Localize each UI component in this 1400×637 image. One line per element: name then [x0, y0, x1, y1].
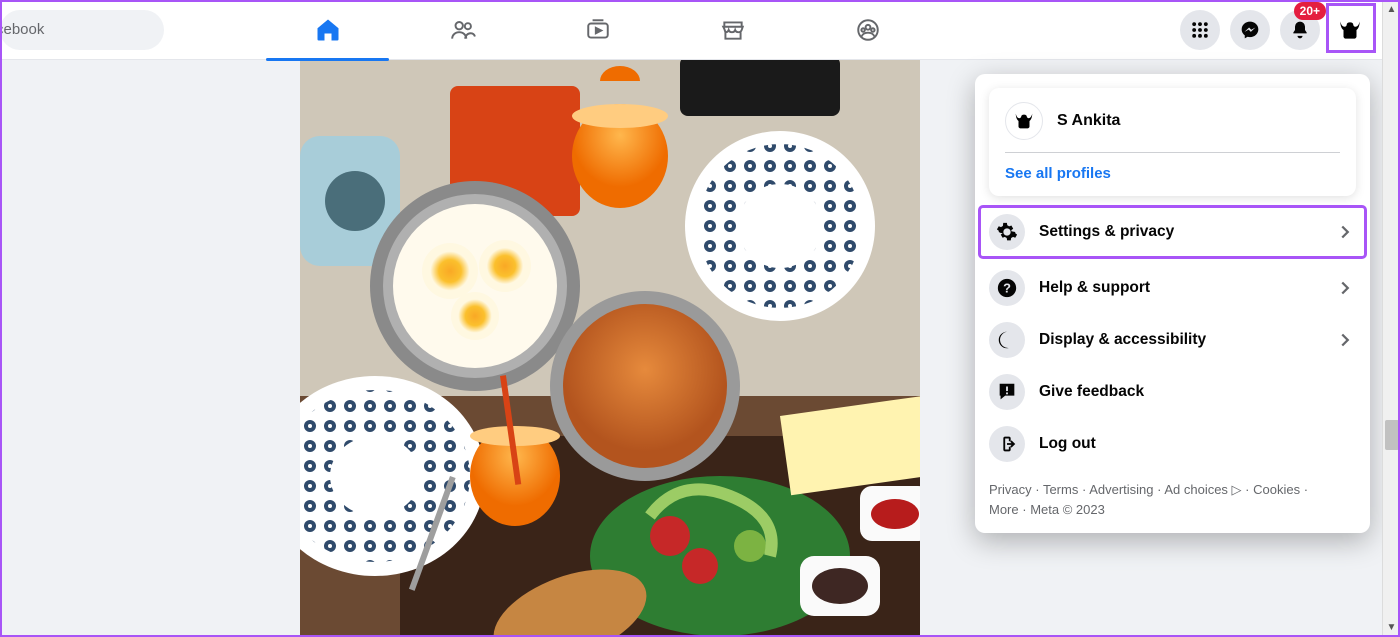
- search-input[interactable]: cebook: [0, 10, 164, 50]
- food-photo: [300, 56, 920, 636]
- footer-adchoices[interactable]: Ad choices: [1164, 482, 1228, 497]
- svg-text:?: ?: [1003, 281, 1011, 296]
- account-dropdown: S Ankita See all profiles Settings & pri…: [975, 74, 1370, 533]
- search-text: cebook: [0, 21, 44, 38]
- chevron-right-icon: [1334, 221, 1356, 243]
- menu-label: Display & accessibility: [1039, 331, 1320, 349]
- left-sidebar: [0, 60, 300, 637]
- tab-friends[interactable]: [395, 1, 530, 59]
- feed: [300, 60, 920, 637]
- menu-label: Settings & privacy: [1039, 223, 1320, 241]
- divider: [1005, 152, 1340, 153]
- chevron-right-icon: [1334, 277, 1356, 299]
- avatar-icon: [1337, 17, 1363, 43]
- help-icon: ?: [989, 270, 1025, 306]
- scroll-up-arrow[interactable]: ▲: [1383, 0, 1400, 18]
- profile-button[interactable]: [1330, 10, 1370, 50]
- notifications-button[interactable]: 20+: [1280, 10, 1320, 50]
- profile-link[interactable]: S Ankita: [1005, 102, 1340, 152]
- top-bar: cebook 20+: [0, 0, 1400, 60]
- scroll-down-arrow[interactable]: ▼: [1383, 618, 1400, 636]
- marketplace-icon: [720, 17, 746, 43]
- messenger-icon: [1240, 20, 1260, 40]
- moon-icon: [989, 322, 1025, 358]
- footer-terms[interactable]: Terms: [1043, 482, 1078, 497]
- logout-icon: [989, 426, 1025, 462]
- avatar-icon: [1013, 110, 1035, 132]
- menu-give-feedback[interactable]: Give feedback: [975, 366, 1370, 418]
- friends-icon: [450, 17, 476, 43]
- footer-more[interactable]: More: [989, 502, 1019, 517]
- scroll-thumb[interactable]: [1385, 420, 1399, 450]
- nav-tabs: [260, 0, 935, 60]
- menu-display-accessibility[interactable]: Display & accessibility: [975, 314, 1370, 366]
- tab-watch[interactable]: [530, 1, 665, 59]
- avatar: [1005, 102, 1043, 140]
- menu-help-support[interactable]: ? Help & support: [975, 262, 1370, 314]
- gear-icon: [989, 214, 1025, 250]
- home-icon: [314, 16, 342, 44]
- footer-advertising[interactable]: Advertising: [1089, 482, 1153, 497]
- profile-name: S Ankita: [1057, 112, 1120, 130]
- feed-image[interactable]: [300, 56, 920, 636]
- menu-label: Help & support: [1039, 279, 1320, 297]
- menu-label: Log out: [1039, 435, 1356, 453]
- menu-button[interactable]: [1180, 10, 1220, 50]
- feedback-icon: [989, 374, 1025, 410]
- tab-marketplace[interactable]: [665, 1, 800, 59]
- footer-privacy[interactable]: Privacy: [989, 482, 1032, 497]
- footer-meta: Meta © 2023: [1030, 502, 1105, 517]
- watch-icon: [585, 17, 611, 43]
- chevron-right-icon: [1334, 329, 1356, 351]
- menu-settings-privacy[interactable]: Settings & privacy: [979, 206, 1366, 258]
- groups-icon: [855, 17, 881, 43]
- bell-icon: [1290, 20, 1310, 40]
- tab-home[interactable]: [260, 1, 395, 59]
- menu-log-out[interactable]: Log out: [975, 418, 1370, 470]
- notification-badge: 20+: [1294, 2, 1326, 20]
- menu-label: Give feedback: [1039, 383, 1356, 401]
- dropdown-footer: Privacy · Terms · Advertising · Ad choic…: [975, 470, 1370, 523]
- vertical-scrollbar[interactable]: ▲ ▼: [1382, 0, 1400, 636]
- footer-cookies[interactable]: Cookies: [1253, 482, 1300, 497]
- messenger-button[interactable]: [1230, 10, 1270, 50]
- see-all-profiles-link[interactable]: See all profiles: [1005, 165, 1340, 182]
- tab-groups[interactable]: [800, 1, 935, 59]
- grid-icon: [1190, 20, 1210, 40]
- profile-card: S Ankita See all profiles: [989, 88, 1356, 196]
- right-icons: 20+: [1180, 10, 1370, 50]
